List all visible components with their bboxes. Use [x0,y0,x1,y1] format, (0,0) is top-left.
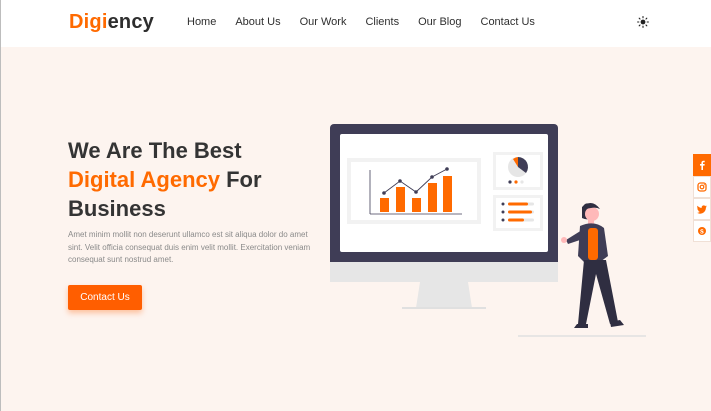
nav-our-work[interactable]: Our Work [300,16,347,28]
monitor-base [402,307,486,309]
nav-contact-us[interactable]: Contact Us [481,16,535,28]
hero-title-line1: We Are The Best [68,138,242,163]
nav-our-blog[interactable]: Our Blog [418,16,461,28]
skype-icon[interactable] [693,220,711,242]
hero-title-line2: Digital Agency For [68,165,262,194]
nav-about-us[interactable]: About Us [235,16,280,28]
hero-illustration [330,124,646,337]
pie-dot-2 [514,180,518,184]
woman-figure [561,202,624,328]
logo-rest: ency [107,11,154,33]
page: Digiency Home About Us Our Work Clients … [0,0,711,411]
instagram-glyph [697,182,707,192]
hero-title: We Are The Best Digital Agency For Busin… [68,136,262,223]
chart-bar-5 [443,176,452,212]
hero-title-after-accent: For [220,167,262,192]
main-nav: Home About Us Our Work Clients Our Blog … [187,16,554,28]
instagram-icon[interactable] [693,176,711,198]
twitter-icon[interactable] [693,198,711,220]
pie-dot-3 [520,180,524,184]
nav-clients[interactable]: Clients [365,16,399,28]
facebook-icon[interactable] [693,154,711,176]
nav-home[interactable]: Home [187,16,216,28]
twitter-glyph [697,204,707,214]
pie-dot-1 [508,180,512,184]
chart-bar-3 [412,198,421,212]
sun-icon[interactable] [637,16,649,28]
logo[interactable]: Digiency [69,11,154,34]
chart-bar-2 [396,187,405,212]
contact-us-button[interactable]: Contact Us [68,285,142,310]
site-header: Digiency Home About Us Our Work Clients … [0,0,711,47]
chart-bar-1 [380,198,389,212]
logo-accent: Digi [69,11,108,33]
hero-title-line3: Business [68,196,166,221]
hero-title-accent: Digital Agency [68,167,220,192]
hero-description: Amet minim mollit non deserunt ullamco e… [68,230,311,264]
skype-glyph [698,227,706,235]
chart-bar-4 [428,183,437,212]
monitor-chin [330,262,558,282]
facebook-glyph [700,160,705,170]
social-sidebar [693,154,711,242]
monitor-stand [416,282,472,308]
